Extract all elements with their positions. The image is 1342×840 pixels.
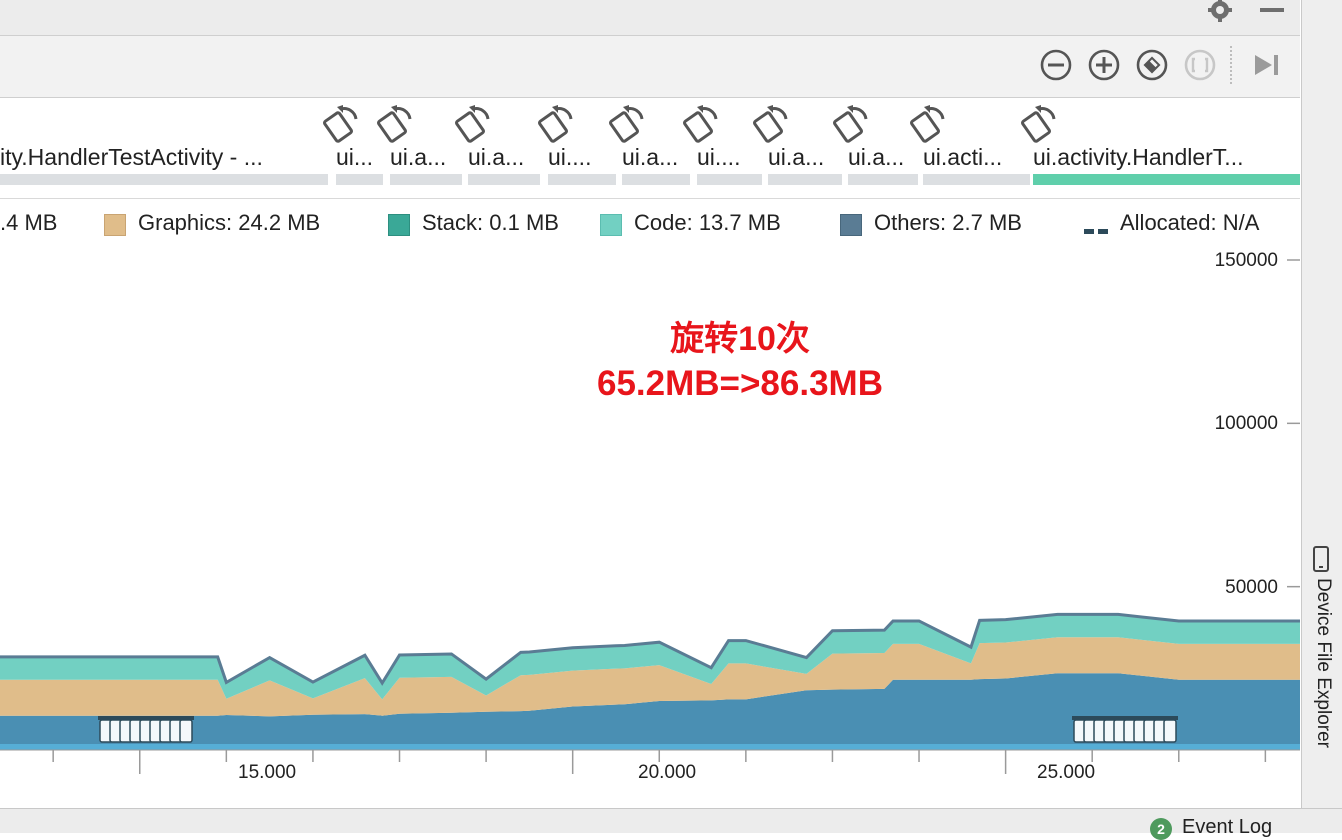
legend-item-java: .4 MB xyxy=(0,210,58,235)
rotate-device-icon xyxy=(683,103,721,143)
activity-bar[interactable] xyxy=(0,174,328,185)
zoom-in-icon[interactable] xyxy=(1087,48,1121,82)
legend-item-others: Others: 2.7 MB xyxy=(874,210,1022,235)
y-tick-label: 150000 xyxy=(1214,250,1278,271)
baseline-strip xyxy=(0,744,1300,750)
activity-label[interactable]: ui... xyxy=(336,144,383,171)
activity-bar[interactable] xyxy=(768,174,842,185)
activity-label[interactable]: ui.a... xyxy=(622,144,690,171)
gc-event-icon[interactable] xyxy=(1072,716,1178,743)
activity-label[interactable]: ui.a... xyxy=(390,144,462,171)
activity-label[interactable]: ity.HandlerTestActivity - ... xyxy=(0,144,328,171)
rotate-device-icon xyxy=(609,103,647,143)
rotate-device-icon xyxy=(377,103,415,143)
x-tick-label: 25.000 xyxy=(1037,762,1096,783)
rotate-device-icon xyxy=(1021,103,1059,143)
legend-item-graphics: Graphics: 24.2 MB xyxy=(138,210,321,235)
y-tick-label: 100000 xyxy=(1214,413,1278,434)
activity-label[interactable]: ui.a... xyxy=(468,144,540,171)
device-file-explorer-tab[interactable]: Device File Explorer xyxy=(1304,578,1334,778)
x-tick-label: 15.000 xyxy=(238,762,297,783)
panel-header xyxy=(0,0,1300,36)
allocated-dash-icon xyxy=(1084,221,1110,234)
fit-icon xyxy=(1183,48,1217,82)
activity-bar[interactable] xyxy=(848,174,918,185)
activity-label[interactable]: ui.... xyxy=(697,144,762,171)
annotation-subtitle: 65.2MB=>86.3MB xyxy=(597,364,883,403)
activity-bar[interactable] xyxy=(697,174,762,185)
toolbar-separator xyxy=(1230,46,1232,84)
graphics-swatch xyxy=(104,214,126,236)
stack-swatch xyxy=(388,214,410,236)
jump-to-live-icon[interactable] xyxy=(1250,48,1284,82)
status-bar xyxy=(0,808,1342,833)
activity-label[interactable]: ui.... xyxy=(548,144,616,171)
rotate-device-icon xyxy=(455,103,493,143)
rotate-device-icon xyxy=(538,103,576,143)
legend-item-stack: Stack: 0.1 MB xyxy=(422,210,559,235)
code-swatch xyxy=(600,214,622,236)
gc-event-icon[interactable] xyxy=(98,716,194,743)
event-log-badge: 2 xyxy=(1150,818,1172,840)
activity-bar[interactable] xyxy=(468,174,540,185)
others-swatch xyxy=(840,214,862,236)
phone-icon[interactable] xyxy=(1312,546,1330,572)
legend-item-allocated: Allocated: N/A xyxy=(1120,210,1260,235)
activity-bar[interactable] xyxy=(622,174,690,185)
activity-label[interactable]: ui.a... xyxy=(848,144,918,171)
legend-item-code: Code: 13.7 MB xyxy=(634,210,781,235)
x-tick-label: 20.000 xyxy=(638,762,697,783)
annotation-title: 旋转10次 xyxy=(670,320,810,358)
zoom-out-icon[interactable] xyxy=(1039,48,1073,82)
activity-bar[interactable] xyxy=(1033,174,1300,185)
activity-bar[interactable] xyxy=(548,174,616,185)
rotate-device-icon xyxy=(833,103,871,143)
y-tick-label: 50000 xyxy=(1225,577,1278,598)
activity-bar[interactable] xyxy=(390,174,462,185)
activity-label[interactable]: ui.acti... xyxy=(923,144,1030,171)
rotate-device-icon xyxy=(910,103,948,143)
activity-bar[interactable] xyxy=(923,174,1030,185)
activity-label[interactable]: ui.activity.HandlerT... xyxy=(1033,144,1300,171)
rotate-device-icon xyxy=(323,103,361,143)
rotate-device-icon xyxy=(753,103,791,143)
settings-icon[interactable] xyxy=(1206,0,1234,24)
reset-zoom-icon[interactable] xyxy=(1135,48,1169,82)
activity-bar[interactable] xyxy=(336,174,383,185)
event-log-button[interactable]: Event Log xyxy=(1182,816,1272,839)
minimize-icon[interactable] xyxy=(1260,8,1284,12)
activity-label[interactable]: ui.a... xyxy=(768,144,842,171)
